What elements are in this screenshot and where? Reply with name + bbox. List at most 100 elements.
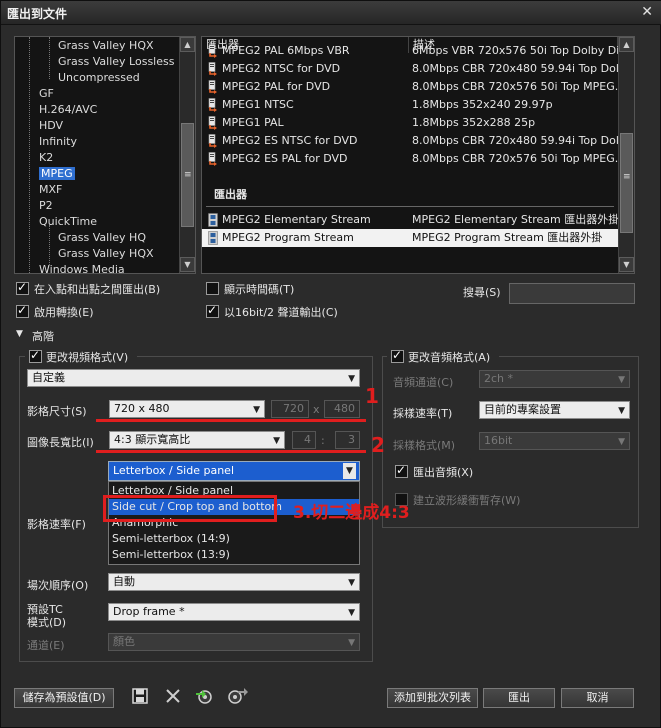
exporter-description: 8.0Mbps CBR 720x480 59.94i Top Dol... — [412, 62, 630, 75]
scroll-thumb[interactable]: ≡ — [620, 133, 633, 233]
aspect-height-input[interactable]: 3 — [335, 431, 360, 449]
tree-item[interactable]: H.264/AVC — [39, 103, 97, 116]
scroll-thumb[interactable]: ≡ — [181, 123, 194, 227]
sample-format-label: 採樣格式(M) — [393, 439, 456, 452]
conversion-option[interactable]: Semi-letterbox (13:9) — [112, 547, 230, 563]
tree-item[interactable]: MXF — [39, 183, 62, 196]
field-order-label: 場次順序(O) — [27, 579, 89, 592]
exporter-section-header: 匯出器 — [214, 188, 247, 201]
exporter-row[interactable]: MPEG2 ES NTSC for DVD 8.0Mbps CBR 720x480… — [202, 132, 629, 150]
tree-item[interactable]: HDV — [39, 119, 63, 132]
scroll-down-icon[interactable]: ▼ — [619, 257, 634, 272]
annotation-highlight-box — [103, 495, 277, 522]
frame-height-input[interactable]: 480 — [324, 400, 360, 418]
video-preset-dropdown[interactable]: 自定義 ▼ — [27, 369, 360, 387]
16bit-output-label: 以16bit/2 聲道輸出(C) — [224, 306, 338, 319]
tree-item[interactable]: Grass Valley HQX — [58, 39, 154, 52]
exporter-list[interactable]: 匯出器 描述 MPEG2 PAL 6Mbps VBR 6Mbps VBR 720x… — [201, 36, 635, 274]
tree-guide-line — [49, 37, 50, 79]
exporter-row[interactable]: MPEG1 PAL 1.8Mbps 352x288 25p — [202, 114, 618, 132]
scroll-down-icon[interactable]: ▼ — [180, 257, 195, 272]
export-button[interactable]: 匯出 — [483, 688, 555, 708]
scroll-up-icon[interactable]: ▲ — [180, 37, 195, 52]
annotation-underline-2 — [96, 450, 366, 453]
tree-item[interactable]: GF — [39, 87, 54, 100]
sample-format-dropdown[interactable]: 16bit ▼ — [479, 432, 630, 450]
enable-conversion-checkbox[interactable] — [16, 303, 29, 318]
frame-size-label: 影格尺寸(S) — [27, 405, 87, 418]
exporter-file-icon — [208, 152, 218, 166]
title-bar: 匯出到文件 ✕ — [1, 1, 661, 25]
16bit-output-checkbox[interactable] — [206, 303, 219, 318]
change-audio-format-label: 更改音頻格式(A) — [408, 351, 491, 364]
chevron-down-icon: ▼ — [348, 638, 355, 648]
frame-rate-label: 影格速率(F) — [27, 518, 86, 531]
export-audio-label: 匯出音頻(X) — [413, 466, 474, 479]
exporter-plugin-row[interactable]: MPEG2 Program Stream MPEG2 Program Stream… — [202, 229, 618, 247]
exporter-name: MPEG2 NTSC for DVD — [222, 62, 341, 75]
conversion-dropdown[interactable]: Letterbox / Side panel ▼ — [108, 461, 360, 481]
tree-item[interactable]: K2 — [39, 151, 53, 164]
export-audio-checkbox[interactable] — [395, 463, 408, 478]
annotation-note-3: 3.切二邊成4:3 — [293, 503, 410, 523]
aspect-ratio-dropdown[interactable]: 4:3 顯示寬高比 ▼ — [109, 431, 285, 449]
exporter-file-icon — [208, 116, 218, 130]
audio-channels-dropdown[interactable]: 2ch * ▼ — [479, 370, 630, 388]
tree-scrollbar[interactable]: ▲ ≡ ▼ — [179, 37, 195, 273]
annotation-number-1: 1 — [365, 384, 379, 408]
save-icon[interactable] — [131, 687, 149, 705]
exporter-row[interactable]: MPEG2 PAL for DVD 8.0Mbps CBR 720x576 50i… — [202, 78, 625, 96]
export-preset-icon[interactable] — [226, 687, 248, 705]
exporter-name: MPEG2 PAL for DVD — [222, 80, 331, 93]
frame-width-input[interactable]: 720 — [271, 400, 309, 418]
exporter-file-icon — [208, 80, 218, 94]
conversion-options-list[interactable]: Letterbox / Side panel Side cut / Crop to… — [108, 481, 360, 565]
save-preset-button[interactable]: 儲存為預設值(D) — [14, 688, 114, 708]
exporter-row[interactable]: MPEG2 ES PAL for DVD 8.0Mbps CBR 720x576 … — [202, 150, 625, 168]
exporter-description: 8.0Mbps CBR 720x480 59.94i Top Dol... — [412, 134, 630, 147]
sample-rate-dropdown[interactable]: 目前的專案設置 ▼ — [479, 401, 630, 419]
tree-item[interactable]: P2 — [39, 199, 53, 212]
size-separator: x — [313, 403, 320, 416]
tree-item[interactable]: MPEG — [39, 167, 75, 180]
exporter-name: MPEG2 Elementary Stream — [222, 213, 371, 226]
chevron-down-icon: ▼ — [273, 436, 280, 446]
import-preset-icon[interactable] — [194, 687, 216, 705]
advanced-label[interactable]: 高階 — [32, 328, 54, 344]
tree-item[interactable]: Windows Media — [39, 263, 125, 273]
exporter-name: MPEG2 PAL 6Mbps VBR — [222, 44, 350, 57]
cancel-button[interactable]: 取消 — [561, 688, 634, 708]
film-icon — [208, 213, 218, 227]
tree-item[interactable]: Grass Valley HQ — [58, 231, 146, 244]
exporter-row[interactable]: MPEG2 PAL 6Mbps VBR 6Mbps VBR 720x576 50i… — [202, 42, 630, 60]
frame-size-dropdown[interactable]: 720 x 480 ▼ — [109, 400, 265, 418]
sample-rate-label: 採樣速率(T) — [393, 407, 453, 420]
change-video-format-checkbox[interactable] — [29, 348, 42, 363]
advanced-toggle-icon[interactable]: ▼ — [16, 329, 23, 339]
change-audio-format-checkbox[interactable] — [391, 348, 404, 363]
exporter-name: MPEG2 ES NTSC for DVD — [222, 134, 358, 147]
scroll-up-icon[interactable]: ▲ — [619, 37, 634, 52]
show-timecode-checkbox[interactable] — [206, 282, 219, 295]
tree-item[interactable]: Uncompressed — [58, 71, 140, 84]
aspect-width-input[interactable]: 4 — [292, 431, 316, 449]
in-out-checkbox[interactable] — [16, 280, 29, 295]
exporter-scrollbar[interactable]: ▲ ≡ ▼ — [618, 37, 634, 273]
search-input[interactable] — [509, 283, 635, 304]
tree-item[interactable]: Grass Valley HQX — [58, 247, 154, 260]
timecode-mode-dropdown[interactable]: Drop frame * ▼ — [108, 603, 360, 621]
exporter-row[interactable]: MPEG1 NTSC 1.8Mbps 352x240 29.97p — [202, 96, 618, 114]
category-tree[interactable]: Grass Valley HQX Grass Valley Lossless Unc… — [14, 36, 196, 274]
exporter-row[interactable]: MPEG2 NTSC for DVD 8.0Mbps CBR 720x480 59… — [202, 60, 629, 78]
field-order-dropdown[interactable]: 自動 ▼ — [108, 573, 360, 591]
exporter-file-icon — [208, 44, 218, 58]
add-to-batch-button[interactable]: 添加到批次列表 — [387, 688, 478, 708]
tree-item[interactable]: Grass Valley Lossless — [58, 55, 174, 68]
channel-dropdown[interactable]: 顏色 ▼ — [108, 633, 360, 651]
delete-icon[interactable] — [164, 687, 182, 705]
tree-item[interactable]: Infinity — [39, 135, 77, 148]
exporter-plugin-row[interactable]: MPEG2 Elementary Stream MPEG2 Elementary … — [202, 211, 619, 229]
conversion-option[interactable]: Semi-letterbox (14:9) — [112, 531, 230, 547]
close-icon[interactable]: ✕ — [641, 4, 653, 20]
tree-item[interactable]: QuickTime — [39, 215, 97, 228]
